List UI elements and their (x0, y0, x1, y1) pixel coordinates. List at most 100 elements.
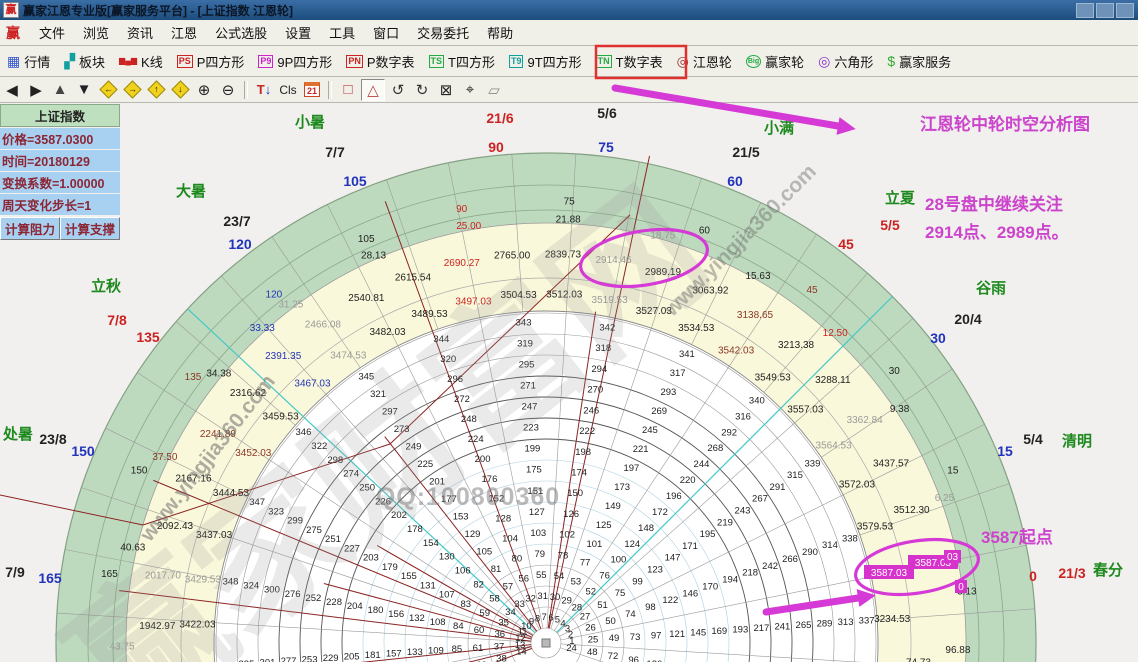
wheel-number: 198 (575, 447, 591, 458)
forward-arrow-icon[interactable]: ▶ (25, 80, 47, 100)
pn-icon: PN (346, 55, 363, 68)
toolbar-label: 江恩轮 (693, 52, 732, 71)
menu-item-8[interactable]: 交易委托 (408, 24, 478, 43)
center-icon[interactable]: ⌖ (459, 80, 481, 100)
gann-wheel-chart[interactable]: 1234567891011121314242526272829303132333… (0, 102, 1138, 662)
pan-right-icon[interactable]: → (121, 80, 143, 100)
blocks-icon: ▞ (64, 54, 75, 68)
pan-up-icon[interactable]: ↑ (145, 80, 167, 100)
rotate-cw-icon[interactable]: ↻ (411, 80, 433, 100)
toolbar-button-六角形[interactable]: ◎六角形 (811, 50, 880, 73)
calc-button-0[interactable]: 计算阻力 (0, 217, 60, 240)
menu-item-7[interactable]: 窗口 (364, 24, 408, 43)
wheel-number: 98 (645, 602, 656, 613)
zoom-in-icon[interactable]: ⊕ (193, 80, 215, 100)
menu-item-0[interactable]: 文件 (30, 24, 74, 43)
menu-item-3[interactable]: 江恩 (162, 24, 206, 43)
wheel-number: 128 (495, 514, 511, 525)
wheel-number: 96 (628, 655, 639, 662)
menu-item-2[interactable]: 资讯 (118, 24, 162, 43)
triangle-tool-icon[interactable]: △ (361, 79, 385, 101)
cls-button[interactable]: Cls (277, 80, 299, 100)
pan-left-icon[interactable]: ← (97, 80, 119, 100)
toolbar-label: T四方形 (448, 52, 495, 71)
wheel-number: 147 (665, 553, 681, 564)
wheel-number: 221 (633, 444, 649, 455)
wheel-number: 78 (558, 550, 569, 561)
wheel-number: 197 (623, 463, 639, 474)
wheel-number: 30 (550, 592, 561, 603)
wheel-number: 268 (707, 443, 723, 454)
percent-label: 15.63 (745, 271, 770, 282)
toolbar-button-T四方形[interactable]: TST四方形 (422, 50, 502, 73)
up-arrow-icon[interactable]: ▲ (49, 80, 71, 100)
toolbar-button-赢家服务[interactable]: $赢家服务 (880, 50, 958, 73)
maximize-button[interactable] (1096, 3, 1114, 18)
toolbar-button-赢家轮[interactable]: Big赢家轮 (739, 50, 811, 73)
wheel-number: 81 (491, 564, 502, 575)
wheel-number: 4 (560, 618, 565, 629)
wheel-number: 57 (503, 581, 514, 592)
calendar-ring-label: 小暑 (295, 113, 325, 131)
wheel-number: 340 (749, 395, 765, 406)
toolbar-button-9P四方形[interactable]: P99P四方形 (251, 50, 339, 73)
toolbar-button-T数字表[interactable]: TNT数字表 (589, 50, 670, 73)
toolbar-button-K线[interactable]: ▆▄▆K线 (112, 50, 170, 73)
down-arrow-icon[interactable]: ▼ (73, 80, 95, 100)
back-arrow-icon[interactable]: ◀ (1, 80, 23, 100)
toolbar-button-行情[interactable]: ▦行情 (0, 50, 57, 73)
wheel-number: 58 (489, 593, 500, 604)
wheel-number: 25 (588, 635, 599, 646)
delete-box-icon[interactable]: ⊠ (435, 80, 457, 100)
wheel-number: 156 (388, 609, 404, 620)
square-tool-icon[interactable]: □ (337, 80, 359, 100)
toolbar-button-P四方形[interactable]: PSP四方形 (170, 50, 252, 73)
calc-button-1[interactable]: 计算支撑 (60, 217, 120, 240)
wheel-number: 103 (530, 528, 546, 539)
wheel-number: 84 (453, 621, 464, 632)
pan-down-icon[interactable]: ↓ (169, 80, 191, 100)
wheel-number: 155 (401, 571, 417, 582)
toolbar-button-板块[interactable]: ▞板块 (57, 50, 112, 73)
toolbar-label: P数字表 (367, 52, 415, 71)
wheel-number: 100 (610, 555, 626, 566)
wheel-number: 49 (609, 633, 620, 644)
menu-bar: 赢 文件浏览资讯江恩公式选股设置工具窗口交易委托帮助 (0, 20, 1138, 46)
calendar-icon[interactable]: 21 (301, 80, 323, 100)
toolbar-button-江恩轮[interactable]: ◎江恩轮 (670, 50, 739, 73)
calendar-ring-label: 105 (343, 173, 367, 189)
toolbar-button-P数字表[interactable]: PN P数字表 (339, 50, 421, 73)
wheel-number: 121 (669, 629, 685, 640)
close-button[interactable] (1116, 3, 1134, 18)
minimize-button[interactable] (1076, 3, 1094, 18)
menu-item-4[interactable]: 公式选股 (206, 24, 276, 43)
wheel-number: 313 (838, 617, 854, 628)
degree-label: 75 (564, 197, 576, 208)
wheel-number: 28 (572, 602, 583, 613)
toolbar-button-9T四方形[interactable]: T99T四方形 (502, 50, 589, 73)
wheel-number: 56 (519, 574, 530, 585)
wheel-number: 82 (473, 579, 484, 590)
menu-item-5[interactable]: 设置 (276, 24, 320, 43)
wheel-number: 269 (651, 406, 667, 417)
t9-icon: T9 (509, 55, 524, 68)
price-label-outer: 3288.11 (815, 375, 851, 386)
main-toolbar: ▦行情▞板块▆▄▆K线PSP四方形P99P四方形 PN P数字表 TST四方形T99T… (0, 46, 1138, 77)
wheel-number: 157 (386, 649, 402, 660)
menu-item-6[interactable]: 工具 (320, 24, 364, 43)
wheel-number: 24 (566, 643, 577, 654)
wheel-number: 35 (498, 617, 509, 628)
menu-item-1[interactable]: 浏览 (74, 24, 118, 43)
calendar-ring-label: 15 (997, 443, 1013, 459)
price-axis-icon[interactable]: T↓ (253, 80, 275, 100)
rotate-ccw-icon[interactable]: ↺ (387, 80, 409, 100)
wheel-number: 205 (344, 652, 360, 662)
price-label-inner: 3467.03 (294, 379, 331, 390)
wheel-number: 37 (494, 641, 505, 652)
price-label-inner: 3482.03 (369, 327, 406, 338)
board-icon[interactable]: ▱ (483, 80, 505, 100)
price-label-outer: 3437.57 (873, 458, 910, 469)
wheel-number: 106 (455, 566, 471, 577)
zoom-out-icon[interactable]: ⊖ (217, 80, 239, 100)
menu-item-9[interactable]: 帮助 (478, 24, 522, 43)
